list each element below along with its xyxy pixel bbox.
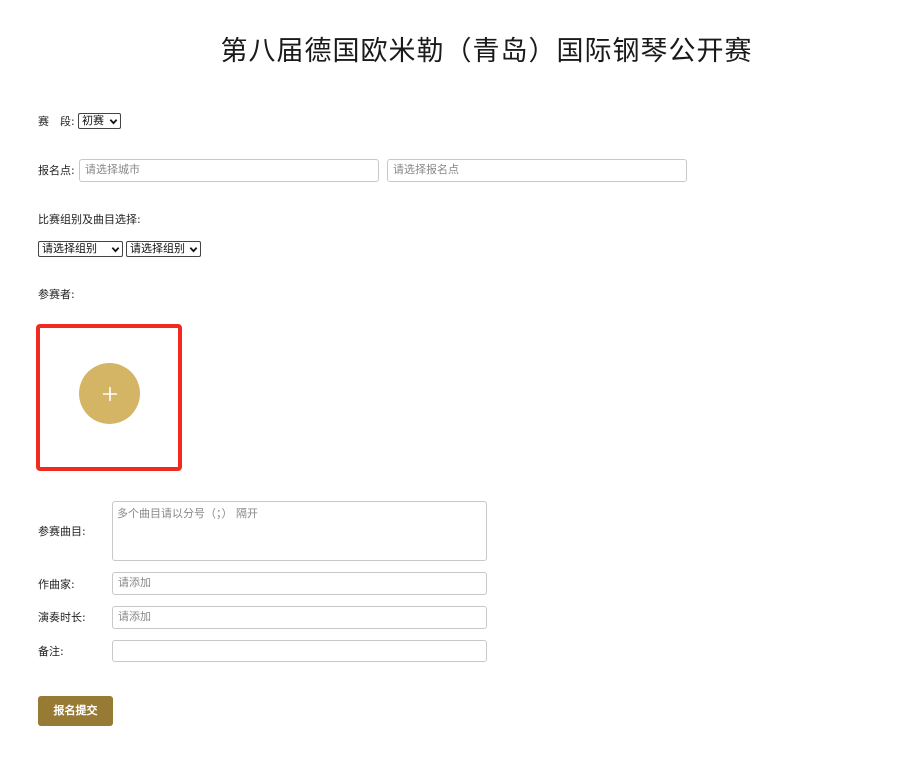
chevron-down-icon (111, 246, 120, 252)
add-participant-button[interactable] (79, 363, 140, 424)
composer-input[interactable]: 请添加 (112, 572, 487, 595)
piece-group-select-value: 请选择组别 (130, 242, 185, 255)
participants-label: 参赛者: (38, 288, 75, 301)
stage-select-value: 初赛 (82, 114, 104, 127)
duration-label: 演奏时长: (38, 611, 86, 624)
plus-icon (102, 386, 117, 401)
city-input[interactable]: 请选择城市 (79, 159, 379, 182)
group-select-value: 请选择组别 (42, 242, 97, 255)
registration-point-label: 报名点: (38, 164, 75, 177)
group-select[interactable]: 请选择组别 (38, 241, 123, 257)
remarks-label: 备注: (38, 645, 64, 658)
pieces-textarea[interactable]: 多个曲目请以分号（；） 隔开 (112, 501, 487, 561)
chevron-down-icon (189, 246, 198, 252)
pieces-label: 参赛曲目: (38, 525, 86, 538)
remarks-input[interactable] (112, 640, 487, 662)
composer-label: 作曲家: (38, 578, 75, 591)
stage-label: 赛 段: (38, 115, 75, 128)
chevron-down-icon (109, 118, 118, 124)
duration-input[interactable]: 请添加 (112, 606, 487, 629)
page-title: 第八届德国欧米勒（青岛）国际钢琴公开赛 (220, 36, 753, 67)
registration-point-input[interactable]: 请选择报名点 (387, 159, 687, 182)
submit-button[interactable]: 报名提交 (38, 696, 113, 726)
piece-group-select[interactable]: 请选择组别 (126, 241, 201, 257)
group-selection-label: 比赛组别及曲目选择: (38, 213, 141, 226)
stage-select[interactable]: 初赛 (78, 113, 121, 129)
